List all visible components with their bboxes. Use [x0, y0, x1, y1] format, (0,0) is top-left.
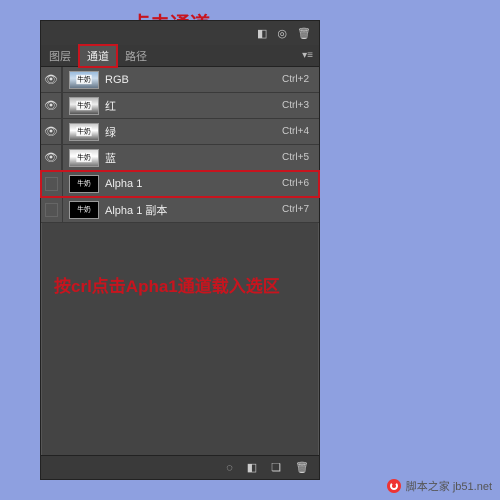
- channel-shortcut: Ctrl+3: [282, 100, 319, 111]
- thumb-label: 牛奶: [76, 205, 91, 214]
- thumb-label: 牛奶: [76, 153, 91, 162]
- channel-row-alpha1[interactable]: 牛奶 Alpha 1 Ctrl+6: [41, 171, 319, 197]
- visibility-eye-icon[interactable]: 👁: [41, 119, 62, 144]
- channel-list: 👁 牛奶 RGB Ctrl+2 👁 牛奶 红 Ctrl+3 👁 牛奶 绿 Ctr…: [41, 67, 319, 223]
- thumb-label: 牛奶: [76, 179, 91, 188]
- watermark-text: 脚本之家 jb51.net: [406, 478, 492, 494]
- channel-shortcut: Ctrl+2: [282, 74, 319, 85]
- channel-shortcut: Ctrl+6: [282, 178, 319, 189]
- panel-bottom-bar: ◌ ◧ ❏ 🗑: [41, 455, 319, 479]
- new-channel-icon[interactable]: ❏: [271, 461, 281, 474]
- visibility-eye-icon[interactable]: 👁: [41, 145, 62, 170]
- channels-panel: ◧ ◎ 🗑 图层 通道 路径 ▾≡ 👁 牛奶 RGB Ctrl+2 👁 牛奶 红…: [40, 20, 320, 480]
- watermark: 脚本之家 jb51.net: [387, 478, 492, 494]
- panel-menu-icon[interactable]: ▾≡: [296, 50, 319, 61]
- channel-row-alpha1-copy[interactable]: 牛奶 Alpha 1 副本 Ctrl+7: [41, 197, 319, 223]
- panel-tabs: 图层 通道 路径 ▾≡: [41, 45, 319, 67]
- delete-channel-icon[interactable]: 🗑: [295, 461, 309, 474]
- channel-name: RGB: [105, 74, 282, 86]
- channel-thumbnail[interactable]: 牛奶: [69, 175, 99, 193]
- channel-row-blue[interactable]: 👁 牛奶 蓝 Ctrl+5: [41, 145, 319, 171]
- channel-thumbnail[interactable]: 牛奶: [69, 201, 99, 219]
- channel-thumbnail[interactable]: 牛奶: [69, 149, 99, 167]
- channel-name: 红: [105, 98, 282, 114]
- channel-thumbnail[interactable]: 牛奶: [69, 123, 99, 141]
- channel-thumbnail[interactable]: 牛奶: [69, 97, 99, 115]
- tab-layers[interactable]: 图层: [41, 45, 79, 67]
- visibility-off-icon[interactable]: [45, 177, 58, 191]
- thumb-label: 牛奶: [76, 127, 91, 136]
- channel-shortcut: Ctrl+7: [282, 204, 319, 215]
- channel-row-rgb[interactable]: 👁 牛奶 RGB Ctrl+2: [41, 67, 319, 93]
- channel-shortcut: Ctrl+4: [282, 126, 319, 137]
- load-selection-icon[interactable]: ◌: [226, 462, 233, 474]
- channel-name: 绿: [105, 124, 282, 140]
- visibility-eye-icon[interactable]: 👁: [41, 93, 62, 118]
- channel-name: Alpha 1 副本: [105, 202, 282, 218]
- channel-shortcut: Ctrl+5: [282, 152, 319, 163]
- tab-channels[interactable]: 通道: [79, 45, 117, 67]
- thumb-label: 牛奶: [76, 75, 91, 84]
- toggle-icon[interactable]: ◧: [257, 27, 267, 40]
- trash-icon[interactable]: 🗑: [297, 27, 311, 40]
- visibility-off-icon[interactable]: [45, 203, 58, 217]
- new-snapshot-icon[interactable]: ◎: [277, 27, 287, 40]
- tab-paths[interactable]: 路径: [117, 45, 155, 67]
- thumb-label: 牛奶: [76, 101, 91, 110]
- channel-name: Alpha 1: [105, 178, 282, 190]
- channel-row-green[interactable]: 👁 牛奶 绿 Ctrl+4: [41, 119, 319, 145]
- channel-thumbnail[interactable]: 牛奶: [69, 71, 99, 89]
- panel-top-bar: ◧ ◎ 🗑: [41, 21, 319, 45]
- watermark-logo-icon: [387, 479, 401, 493]
- channel-row-red[interactable]: 👁 牛奶 红 Ctrl+3: [41, 93, 319, 119]
- channel-name: 蓝: [105, 150, 282, 166]
- annotation-ctrl-click: 按crl点击Apha1通道载入选区: [54, 272, 280, 297]
- visibility-eye-icon[interactable]: 👁: [41, 67, 62, 92]
- save-selection-icon[interactable]: ◧: [247, 461, 257, 474]
